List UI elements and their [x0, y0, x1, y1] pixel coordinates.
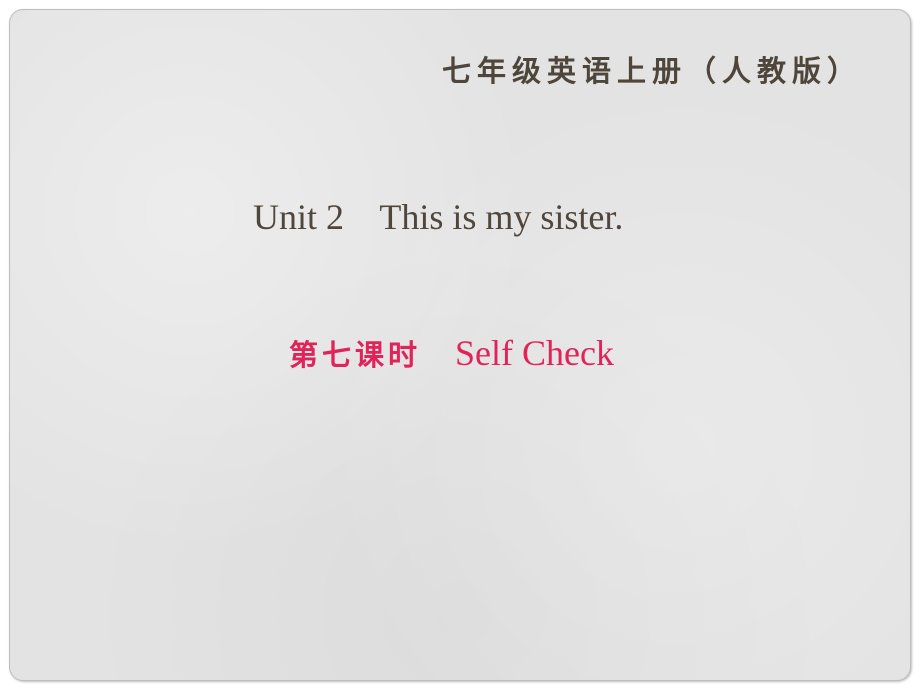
slide-panel: 七年级英语上册（人教版） Unit 2 This is my sister. 第… — [9, 9, 911, 681]
unit-title: Unit 2 This is my sister. — [253, 197, 624, 237]
lesson-name: Self Check — [455, 333, 614, 373]
lesson-number: 第七课时 — [289, 338, 422, 372]
lesson-heading: 第七课时 Self Check — [289, 332, 614, 374]
textbook-title: 七年级英语上册（人教版） — [441, 54, 862, 88]
